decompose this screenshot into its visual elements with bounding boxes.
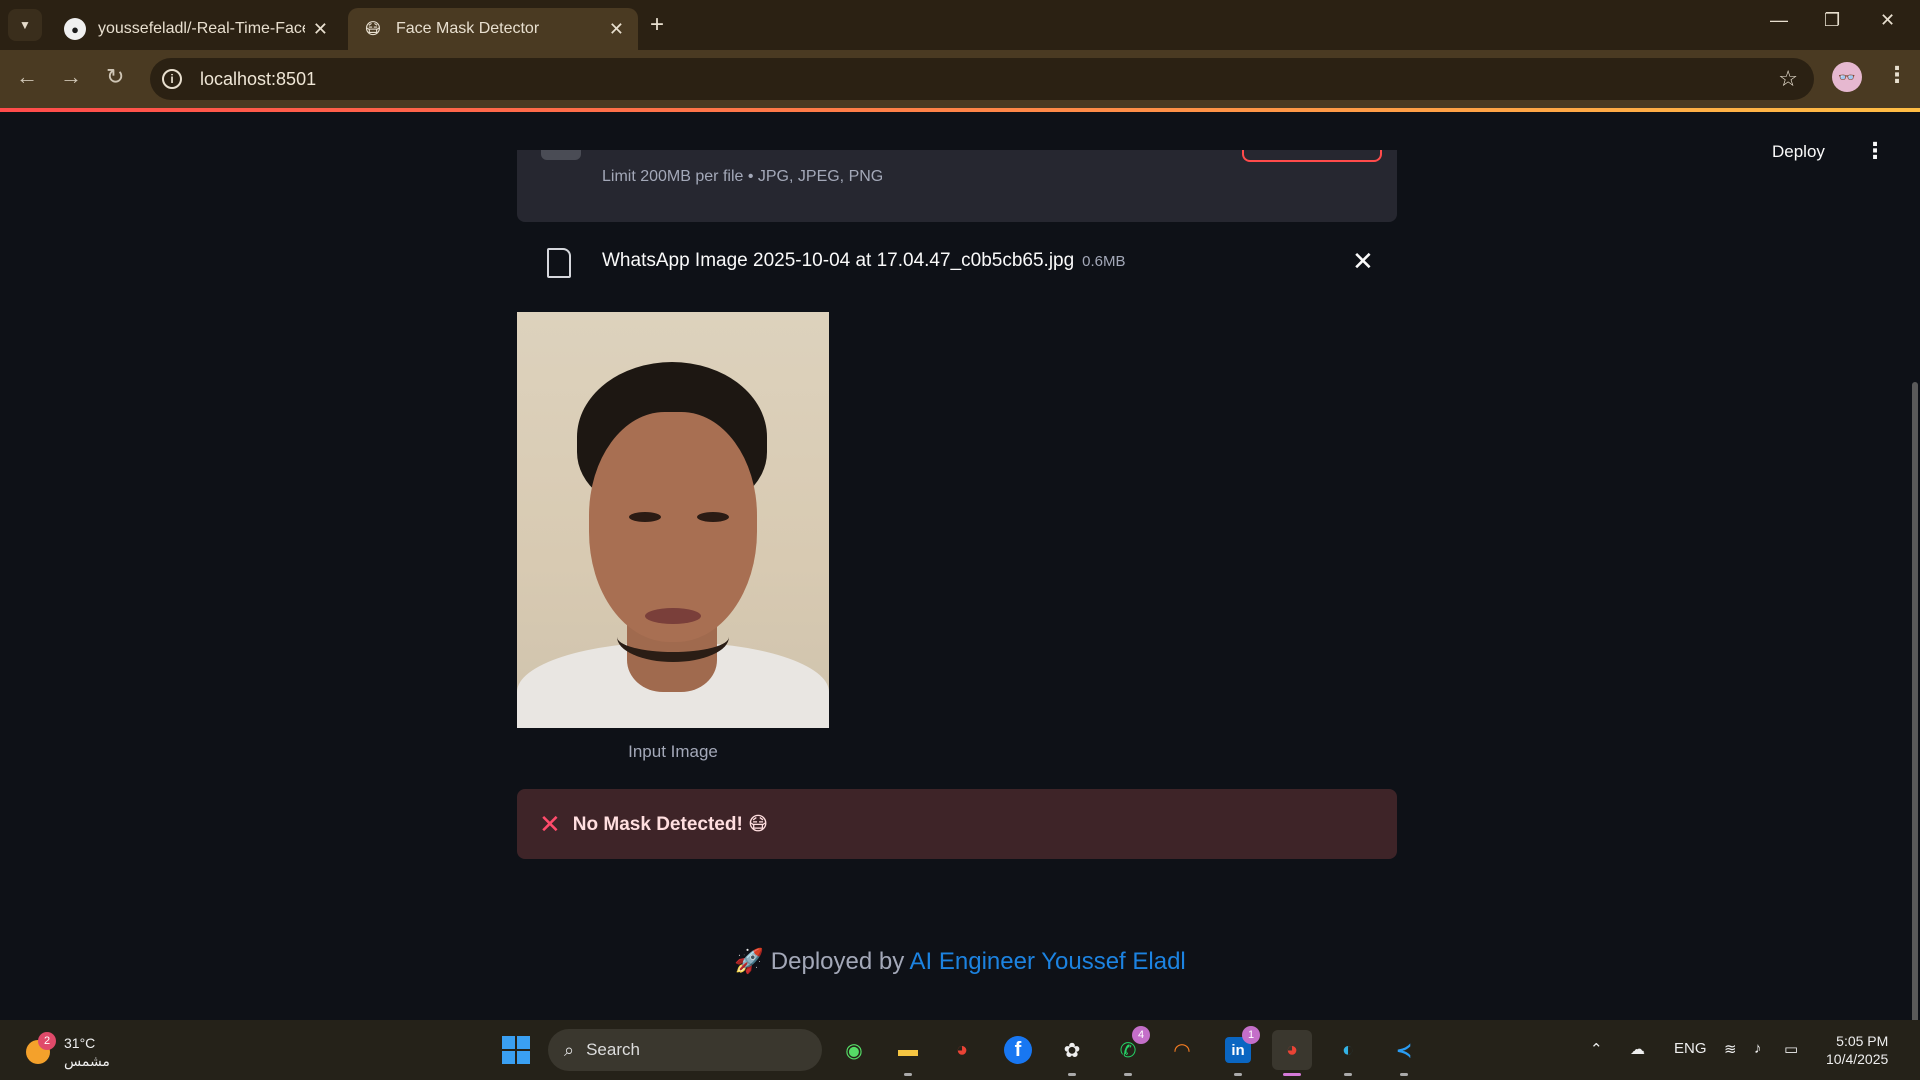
volume-icon[interactable]: ♪ (1754, 1040, 1762, 1057)
tab-title: Face Mask Detector (396, 20, 540, 37)
clock[interactable]: 5:05 PM 10/4/2025 (1826, 1032, 1888, 1068)
bookmark-star-icon[interactable]: ☆ (1778, 66, 1798, 92)
alert-message: No Mask Detected! 😷 (572, 813, 768, 835)
forward-icon[interactable]: → (60, 64, 82, 90)
browse-files-button[interactable] (1242, 150, 1382, 162)
upload-limit-text: Limit 200MB per file • JPG, JPEG, PNG (602, 168, 884, 185)
windows-taskbar: 2 31°C مشمس ⌕ Search ◉ ▬ ◕ f ✿ ✆ 4 ◠ in 1 … (0, 1020, 1920, 1080)
profile-avatar[interactable]: 👓 (1832, 62, 1862, 92)
app-menu-icon[interactable]: ⋮ (1864, 138, 1886, 164)
time-text: 5:05 PM (1836, 1033, 1889, 1049)
close-icon[interactable]: ✕ (313, 19, 328, 40)
file-size: 0.6MB (1082, 253, 1126, 270)
browser-toolbar: ← → ↻ i localhost:8501 ☆ 👓 ⋮ (0, 50, 1920, 108)
streamlit-app: Deploy ⋮ Limit 200MB per file • JPG, JPE… (0, 112, 1920, 1052)
date-text: 10/4/2025 (1826, 1051, 1889, 1067)
url-text: localhost:8501 (200, 68, 317, 89)
weather-condition: مشمس (64, 1053, 110, 1069)
file-name: WhatsApp Image 2025-10-04 at 17.04.47_c0… (602, 250, 1126, 272)
image-caption: Input Image (628, 742, 718, 761)
new-tab-button[interactable]: + (650, 11, 664, 39)
edge-icon[interactable]: ◐ (1328, 1030, 1368, 1076)
uploaded-file-row: WhatsApp Image 2025-10-04 at 17.04.47_c0… (517, 238, 1397, 288)
app-camera-icon[interactable]: ◉ (834, 1030, 874, 1070)
address-bar[interactable]: i localhost:8501 ☆ (150, 58, 1814, 100)
windows-logo-icon (502, 1036, 530, 1064)
start-button[interactable] (496, 1030, 536, 1070)
site-info-icon[interactable]: i (162, 69, 182, 89)
cross-mark-icon: ✕ (539, 808, 561, 839)
restore-icon[interactable]: ❐ (1824, 10, 1840, 31)
window-close-icon[interactable]: ✕ (1880, 10, 1895, 31)
battery-icon[interactable]: ▭ (1784, 1040, 1798, 1058)
footer: 🚀 Deployed by AI Engineer Youssef Eladl (0, 947, 1920, 976)
whatsapp-icon[interactable]: ✆ 4 (1108, 1026, 1150, 1076)
weather-badge: 2 (38, 1032, 56, 1050)
sun-icon: 2 (26, 1032, 56, 1064)
back-icon[interactable]: ← (16, 64, 38, 90)
tab-face-mask-detector[interactable]: 😷 Face Mask Detector ✕ (348, 8, 638, 50)
tab-github[interactable]: ● youssefeladl/-Real-Time-Face-Mask-Dete… (50, 8, 342, 50)
vscode-icon[interactable]: ≺ (1384, 1030, 1424, 1076)
whatsapp-badge: 4 (1132, 1026, 1150, 1044)
weather-temp: 31°C (64, 1035, 96, 1051)
remove-file-icon[interactable]: ✕ (1352, 246, 1374, 277)
onedrive-icon[interactable]: ☁ (1630, 1040, 1645, 1058)
taskbar-search[interactable]: ⌕ Search (548, 1029, 822, 1071)
author-link[interactable]: AI Engineer Youssef Eladl (910, 948, 1186, 975)
tab-search-button[interactable]: ▼ (8, 9, 42, 41)
mask-emoji-icon: 😷 (364, 21, 382, 38)
close-icon[interactable]: ✕ (609, 19, 624, 40)
minimize-icon[interactable]: — (1770, 10, 1788, 31)
linkedin-badge: 1 (1242, 1026, 1260, 1044)
scrollbar[interactable] (1912, 382, 1918, 1052)
upload-cloud-icon (541, 150, 581, 160)
footer-prefix: 🚀 Deployed by (734, 948, 910, 975)
error-alert: ✕ No Mask Detected! 😷 (517, 789, 1397, 859)
search-icon: ⌕ (564, 1039, 575, 1060)
file-icon (547, 248, 571, 278)
browser-menu-icon[interactable]: ⋮ (1886, 62, 1908, 88)
reload-icon[interactable]: ↻ (106, 64, 124, 90)
browser-tabbar: ▼ ● youssefeladl/-Real-Time-Face-Mask-De… (0, 0, 1920, 50)
chatgpt-icon[interactable]: ✿ (1052, 1030, 1092, 1076)
search-label: Search (586, 1040, 640, 1059)
facebook-icon[interactable]: f (998, 1030, 1038, 1070)
file-uploader-dropzone[interactable]: Limit 200MB per file • JPG, JPEG, PNG (517, 150, 1397, 222)
chevron-up-icon[interactable]: ⌃ (1590, 1040, 1603, 1058)
linkedin-icon[interactable]: in 1 (1218, 1026, 1260, 1076)
weather-widget[interactable]: 2 31°C مشمس (26, 1032, 110, 1070)
github-icon: ● (64, 18, 86, 40)
chrome-icon[interactable]: ◕ (942, 1030, 982, 1070)
input-image (517, 312, 829, 728)
language-indicator[interactable]: ENG (1674, 1040, 1707, 1057)
tab-title: youssefeladl/-Real-Time-Face-Mask-Detect… (98, 20, 305, 37)
chrome-profile-icon[interactable]: ◕ (1272, 1030, 1312, 1076)
file-explorer-icon[interactable]: ▬ (888, 1030, 928, 1076)
wifi-icon[interactable]: ≋ (1724, 1040, 1737, 1058)
deploy-button[interactable]: Deploy (1772, 142, 1825, 162)
file-name-text: WhatsApp Image 2025-10-04 at 17.04.47_c0… (602, 250, 1075, 271)
app-orange-icon[interactable]: ◠ (1162, 1030, 1202, 1070)
